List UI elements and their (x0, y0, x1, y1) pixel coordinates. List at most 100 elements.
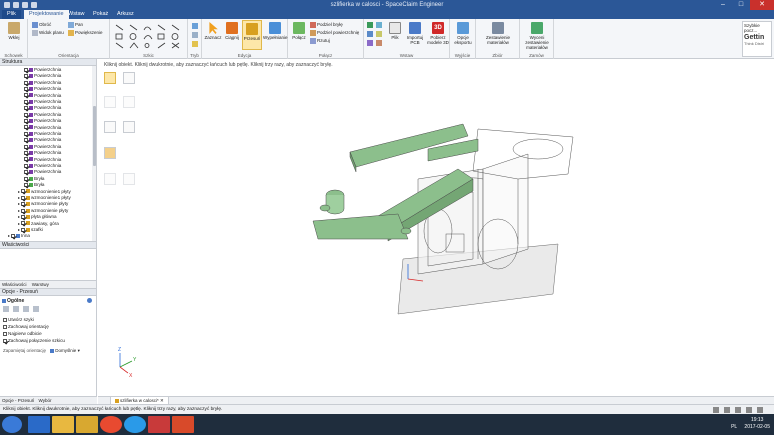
up-to-icon[interactable] (33, 306, 39, 312)
export-options-button[interactable]: Opcje eksportu (452, 22, 474, 45)
plan-view-button[interactable]: Widok planu (32, 30, 64, 36)
visibility-checkbox[interactable] (24, 106, 28, 111)
visibility-checkbox[interactable] (11, 234, 16, 239)
point-icon[interactable] (376, 31, 382, 37)
visibility-checkbox[interactable] (24, 144, 28, 149)
clock[interactable]: 19:13 2017-02-05 (744, 417, 770, 431)
orient-dropdown[interactable]: Domyślnie ▾ (50, 348, 80, 353)
visibility-checkbox[interactable] (24, 99, 28, 104)
tab-design[interactable]: Projektowanie (24, 10, 69, 19)
fill-button[interactable]: Wypełnianie (263, 22, 287, 40)
tree-item[interactable]: Powierzchnia (24, 118, 61, 124)
visibility-checkbox[interactable] (24, 74, 28, 79)
split-face-button[interactable]: Podziel powierzchnię (310, 30, 359, 36)
visibility-checkbox[interactable] (24, 86, 28, 91)
tree-item[interactable]: Powierzchnia (24, 169, 61, 175)
cylinder-icon[interactable] (367, 22, 373, 28)
start-icon[interactable] (2, 416, 22, 433)
sketch-mode-icon[interactable] (192, 23, 198, 29)
visibility-checkbox[interactable] (24, 150, 28, 155)
tab-insert[interactable]: Wstaw (63, 10, 90, 19)
visibility-checkbox[interactable] (24, 112, 28, 117)
selection-filter-icon[interactable] (713, 407, 719, 413)
tree-item[interactable]: Powierzchnia (24, 131, 61, 137)
tree-item[interactable]: Powierzchnia (24, 157, 61, 163)
scrollbar-thumb[interactable] (92, 106, 96, 166)
tab-selection[interactable]: Wybór (39, 398, 52, 403)
tree-scrollbar[interactable] (92, 66, 96, 241)
tab-display[interactable]: Pokaż (88, 10, 113, 19)
folder-icon[interactable] (52, 416, 74, 433)
pan-button[interactable]: Pan (68, 22, 83, 28)
tree-item[interactable]: Powierzchnia (24, 163, 61, 169)
tree-item[interactable]: ▸ wzmocnienie płyty (18, 208, 68, 214)
visibility-checkbox[interactable] (21, 227, 26, 232)
tree-item[interactable]: Bryła (24, 176, 44, 182)
tree-item[interactable]: Powierzchnia (24, 137, 61, 143)
tree-item[interactable]: ▸ Inna (8, 233, 30, 239)
ruler-icon[interactable] (23, 306, 29, 312)
tree-item[interactable]: Powierzchnia (24, 150, 61, 156)
tree-item[interactable]: Powierzchnia (24, 80, 61, 86)
explorer-icon[interactable] (76, 416, 98, 433)
visibility-checkbox[interactable] (21, 208, 26, 213)
visibility-checkbox[interactable] (21, 195, 26, 200)
expand-icon[interactable]: ▸ (18, 208, 20, 213)
option-checkbox[interactable] (3, 338, 7, 343)
visibility-checkbox[interactable] (21, 221, 26, 226)
expand-icon[interactable]: ▸ (18, 201, 20, 206)
origin-icon[interactable] (376, 40, 382, 46)
bom-button[interactable]: Zestawienie materiałów (478, 22, 518, 45)
quote-bom-button[interactable]: Wyceni zestawienie materiałów (522, 22, 552, 50)
quickstart-panel[interactable]: Szybkie pocz... Gettin Think Distri (742, 21, 772, 57)
measure-icon[interactable] (735, 407, 741, 413)
visibility-checkbox[interactable] (21, 202, 26, 207)
tree-item[interactable]: Powierzchnia (24, 125, 61, 131)
tab-move-options[interactable]: Opcje - Przesuń (2, 398, 34, 403)
visibility-checkbox[interactable] (24, 93, 28, 98)
select-button[interactable]: Zaznacz (204, 22, 222, 40)
tab-layers[interactable]: Warstwy (32, 282, 49, 287)
option-row[interactable]: Najpierw odbicie (3, 330, 65, 337)
plane-icon[interactable] (367, 40, 373, 46)
pull-button[interactable]: Ciągnij (223, 22, 241, 40)
visibility-checkbox[interactable] (24, 170, 28, 175)
visibility-checkbox[interactable] (24, 176, 28, 181)
axis-option-icon[interactable] (13, 306, 19, 312)
collapse-icon[interactable] (87, 298, 92, 303)
3d-mode-icon[interactable] (192, 41, 198, 47)
viewport[interactable]: Kliknij obiekt. Kliknij dwukrotnie, aby … (98, 59, 774, 396)
option-row[interactable]: Utwórz szyki (3, 316, 65, 323)
ie-icon[interactable] (28, 416, 50, 433)
rotate-button[interactable]: Obróć (32, 22, 51, 28)
tree-item[interactable]: Powierzchnia (24, 112, 61, 118)
tree-item[interactable]: Bryła (24, 182, 44, 188)
anchor-icon[interactable] (3, 306, 9, 312)
tab-properties[interactable]: Właściwości (2, 282, 27, 287)
maximize-button[interactable]: □ (732, 0, 750, 10)
tree-item[interactable]: ▸ wzmocnienie1 płyty (18, 195, 71, 201)
visibility-checkbox[interactable] (24, 80, 28, 85)
visibility-checkbox[interactable] (21, 189, 26, 194)
sphere-icon[interactable] (367, 31, 373, 37)
tree-item[interactable]: ▸ płyta główna (18, 214, 57, 220)
chrome-icon[interactable] (100, 416, 122, 433)
option-checkbox[interactable] (3, 324, 7, 329)
settings-icon[interactable] (757, 407, 763, 413)
visibility-checkbox[interactable] (24, 125, 28, 130)
visibility-checkbox[interactable] (24, 118, 28, 123)
cad-model[interactable]: Z Y X (98, 59, 774, 396)
display-icon[interactable] (746, 407, 752, 413)
visibility-checkbox[interactable] (24, 163, 28, 168)
visibility-checkbox[interactable] (24, 67, 28, 72)
visibility-checkbox[interactable] (24, 157, 28, 162)
paste-button[interactable]: Wklej (3, 22, 25, 40)
tree-item[interactable]: Powierzchnia (24, 67, 61, 73)
tree-item[interactable]: Powierzchnia (24, 144, 61, 150)
tree-item[interactable]: ▸ zawiasy, góra (18, 221, 59, 227)
section-mode-icon[interactable] (192, 32, 198, 38)
app-icon[interactable] (172, 416, 194, 433)
axis-icon[interactable] (376, 22, 382, 28)
tab-file[interactable]: Plik (2, 10, 21, 19)
expand-icon[interactable]: ▸ (18, 195, 20, 200)
